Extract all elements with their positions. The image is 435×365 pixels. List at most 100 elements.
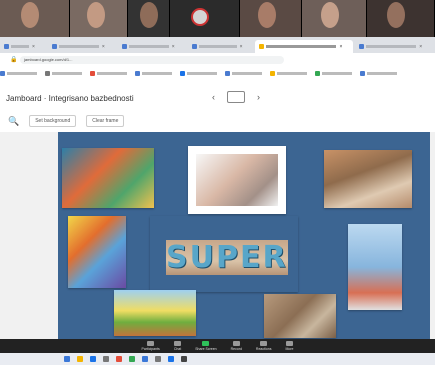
taskbar-app-icon[interactable] <box>155 356 161 362</box>
sunflower-drawing[interactable] <box>114 290 196 336</box>
taskbar-app-icon[interactable] <box>90 356 96 362</box>
meeting-controls-bar: Participants Chat Share Screen Record Reacti… <box>0 339 435 353</box>
taskbar-app-icon[interactable] <box>142 356 148 362</box>
bookmark-9[interactable] <box>360 70 397 76</box>
participant-video-5[interactable] <box>240 0 303 37</box>
participant-video-1[interactable] <box>0 0 70 37</box>
super-wall-text-image[interactable]: SUPER <box>150 216 298 292</box>
taskbar-app-icon[interactable] <box>181 356 187 362</box>
next-frame-button[interactable]: › <box>257 92 260 102</box>
zoom-icon[interactable]: 🔍 <box>8 116 19 127</box>
bookmark-label <box>187 71 217 75</box>
bookmark-7[interactable] <box>270 70 307 76</box>
close-tab-icon[interactable]: × <box>102 44 105 50</box>
meeting-button-label: Chat <box>173 347 182 351</box>
bookmark-5[interactable] <box>180 70 217 76</box>
taskbar-app-icon[interactable] <box>116 356 122 362</box>
meeting-button-label: Participants <box>141 347 160 351</box>
bookmark-favicon-icon <box>180 70 185 76</box>
browser-tab-2[interactable]: × <box>48 40 116 53</box>
participant-video-7[interactable] <box>367 0 435 37</box>
participant-avatar <box>20 2 39 28</box>
bookmark-2[interactable] <box>45 70 82 76</box>
taskbar-app-icon[interactable] <box>103 356 109 362</box>
bookmark-label <box>277 71 307 75</box>
url-field[interactable]: jamboard.google.com/d/1... <box>20 55 284 64</box>
participant-video-6[interactable] <box>302 0 368 37</box>
previous-frame-button[interactable]: ‹ <box>212 92 215 102</box>
meeting-button-label: Record <box>230 347 242 351</box>
cracked-ground-photo[interactable] <box>264 294 336 338</box>
close-tab-icon[interactable]: × <box>240 44 243 50</box>
rainbow-hero-drawing[interactable] <box>68 216 126 288</box>
address-bar: 🔒 jamboard.google.com/d/1... <box>0 53 435 66</box>
bookmark-label <box>52 71 82 75</box>
participant-video-4[interactable] <box>170 0 241 37</box>
superhero-painting[interactable] <box>62 148 154 208</box>
os-taskbar <box>0 353 435 365</box>
meeting-button-label: Reactions <box>255 347 272 351</box>
bookmark-label <box>322 71 352 75</box>
bookmark-1[interactable] <box>0 70 37 76</box>
left-panel <box>0 132 58 339</box>
bookmark-favicon-icon <box>0 70 5 76</box>
jamboard-canvas[interactable]: SUPER <box>58 132 430 339</box>
video-gallery-strip <box>0 0 435 37</box>
participant-video-3[interactable] <box>127 0 171 37</box>
close-tab-icon[interactable]: × <box>339 44 342 50</box>
hand-figure-photo[interactable] <box>188 146 286 214</box>
hand-figure-photo-inner <box>196 154 278 206</box>
close-tab-icon[interactable]: × <box>172 44 175 50</box>
bookmarks-bar <box>0 66 435 81</box>
frame-pager: ‹ › <box>212 91 260 103</box>
tab-favicon-icon <box>51 44 57 49</box>
participant-video-2[interactable] <box>69 0 128 37</box>
record-button[interactable]: Record <box>231 341 242 351</box>
clear-frame-button[interactable]: Clear frame <box>86 115 125 127</box>
tab-title <box>266 45 337 48</box>
taskbar-app-icon[interactable] <box>77 356 83 362</box>
bookmark-favicon-icon <box>135 70 140 76</box>
share-screen-button[interactable]: Share Screen <box>195 341 217 351</box>
bookmark-6[interactable] <box>225 70 262 76</box>
jamboard-toolbar: 🔍 Set background Clear frame <box>0 110 435 132</box>
chat-button[interactable]: Chat <box>174 341 181 351</box>
browser-tab-bar: × × × × × × <box>0 37 435 53</box>
reactions-button[interactable]: Reactions <box>256 341 272 351</box>
set-background-button[interactable]: Set background <box>29 115 77 127</box>
participants-button[interactable]: Participants <box>142 341 160 351</box>
bookmark-favicon-icon <box>90 70 95 76</box>
super-wall-text: SUPER <box>166 240 288 275</box>
bookmark-favicon-icon <box>315 70 320 76</box>
page-title[interactable]: Jamboard · Integrisano bazbednosti <box>6 94 134 103</box>
taskbar-app-icon[interactable] <box>129 356 135 362</box>
browser-tab-6[interactable]: × <box>355 40 433 53</box>
frame-thumbnail-icon[interactable] <box>227 91 245 103</box>
lock-icon: 🔒 <box>10 57 18 63</box>
browser-tab-3[interactable]: × <box>118 40 186 53</box>
bookmark-label <box>367 71 397 75</box>
taskbar-app-icon[interactable] <box>64 356 70 362</box>
tab-favicon-icon <box>121 44 127 49</box>
close-tab-icon[interactable]: × <box>32 44 35 50</box>
more-button[interactable]: More <box>285 341 294 351</box>
participant-avatar <box>140 2 159 28</box>
bookmark-label <box>7 71 37 75</box>
meeting-button-label: Share Screen <box>195 347 217 351</box>
bookmark-3[interactable] <box>90 70 127 76</box>
meeting-button-label: More <box>285 347 294 351</box>
browser-tab-5[interactable]: × <box>255 40 354 53</box>
city-drawing[interactable] <box>348 224 402 310</box>
bookmark-8[interactable] <box>315 70 352 76</box>
chat-icon <box>174 341 182 346</box>
app-header: Jamboard · Integrisano bazbednosti ‹ › <box>0 80 435 110</box>
browser-tab-1[interactable]: × <box>0 40 46 53</box>
record-icon <box>232 341 240 346</box>
participant-avatar <box>387 2 406 28</box>
browser-tab-4[interactable]: × <box>188 40 254 53</box>
child-drawing-photo[interactable] <box>324 150 412 208</box>
bookmark-4[interactable] <box>135 70 172 76</box>
tab-title <box>198 45 237 48</box>
close-tab-icon[interactable]: × <box>419 44 422 50</box>
taskbar-app-icon[interactable] <box>168 356 174 362</box>
